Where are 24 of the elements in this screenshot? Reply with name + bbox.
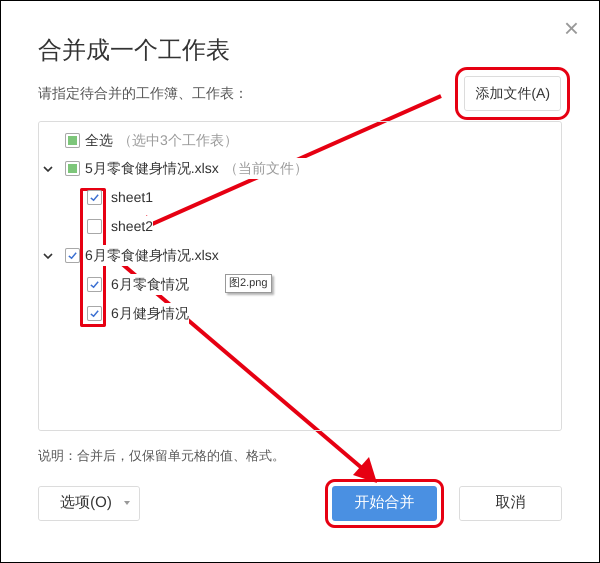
checkbox[interactable] bbox=[65, 132, 80, 148]
chevron-icon[interactable] bbox=[43, 250, 53, 260]
check-icon bbox=[89, 308, 100, 319]
chevron-icon[interactable] bbox=[43, 164, 53, 174]
check-icon bbox=[89, 279, 100, 290]
instruction-text: 请指定待合并的工作簿、工作表： bbox=[38, 84, 248, 102]
checkbox[interactable] bbox=[87, 219, 102, 234]
check-icon bbox=[67, 250, 78, 261]
checkbox[interactable] bbox=[87, 190, 102, 205]
checkbox[interactable] bbox=[87, 277, 102, 292]
sheet-name[interactable]: 6月健身情况 bbox=[111, 303, 189, 324]
sheet-name[interactable]: sheet2 bbox=[111, 216, 154, 237]
caret-icon bbox=[124, 501, 130, 505]
options-dropdown[interactable]: 选项(O) bbox=[38, 486, 140, 520]
sheet-name[interactable]: 6月零食情况 bbox=[111, 274, 189, 295]
dialog-title: 合并成一个工作表 bbox=[38, 36, 230, 66]
tooltip: 图2.png bbox=[225, 274, 272, 292]
note-text: 说明：合并后，仅保留单元格的值、格式。 bbox=[37, 447, 286, 465]
check-icon bbox=[89, 192, 100, 203]
checkbox[interactable] bbox=[65, 248, 80, 263]
checkbox[interactable] bbox=[65, 161, 80, 176]
cancel-button[interactable]: 取消 bbox=[459, 486, 562, 520]
workbook-name[interactable]: 6月零食健身情况.xlsx bbox=[85, 245, 219, 266]
checkbox[interactable] bbox=[87, 306, 102, 321]
